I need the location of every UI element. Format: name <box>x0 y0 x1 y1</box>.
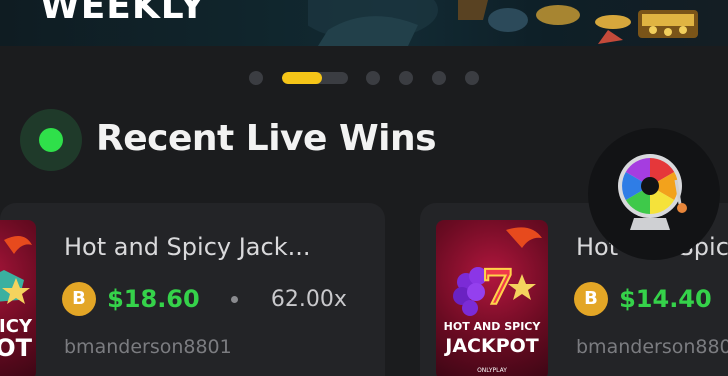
thumbnail-text: OT <box>0 334 33 362</box>
winner-username[interactable]: bmanderson8801 <box>64 336 232 358</box>
win-amount: $18.60 <box>107 285 200 313</box>
svg-text:7: 7 <box>481 260 514 316</box>
promo-banner[interactable]: WEEKLY <box>0 0 728 46</box>
thumbnail-text: HOT AND SPICY <box>444 320 542 333</box>
thumbnail-text: ONLYPLAY <box>477 367 507 374</box>
game-name[interactable]: Hot and Spicy Jack... <box>64 233 310 261</box>
banner-title: WEEKLY <box>40 0 207 27</box>
game-thumbnail[interactable]: 7 HOT AND SPICY JACKPOT ONLYPLAY <box>436 220 548 376</box>
game-thumbnail[interactable]: PICY OT <box>0 220 36 376</box>
section-title: Recent Live Wins <box>96 118 437 159</box>
win-amount: $14.40 <box>619 285 712 313</box>
carousel-pagination <box>0 70 728 86</box>
winner-username[interactable]: bmanderson8801 <box>576 336 728 358</box>
separator-dot <box>230 295 238 303</box>
coin-icon: B <box>62 282 96 316</box>
carousel-dot[interactable] <box>432 71 446 85</box>
banner-artwork <box>308 0 698 46</box>
carousel-dot[interactable] <box>366 71 380 85</box>
prize-wheel-icon <box>618 154 687 230</box>
carousel-progress-fill <box>282 72 322 84</box>
win-amount-row: B $14.40 <box>574 282 728 316</box>
carousel-dot-active[interactable] <box>282 72 348 84</box>
prize-wheel-button[interactable] <box>588 128 720 260</box>
carousel-dot[interactable] <box>249 71 263 85</box>
live-indicator-icon <box>20 109 82 171</box>
carousel-dot[interactable] <box>465 71 479 85</box>
win-amount-row: B $18.60 62.00x <box>62 282 347 316</box>
coin-icon: B <box>574 282 608 316</box>
live-win-card[interactable]: PICY OT Hot and Spicy Jack... B $18.60 6… <box>0 203 385 376</box>
thumbnail-text: JACKPOT <box>443 335 539 357</box>
carousel-dot[interactable] <box>399 71 413 85</box>
win-multiplier: 62.00x <box>270 286 347 312</box>
